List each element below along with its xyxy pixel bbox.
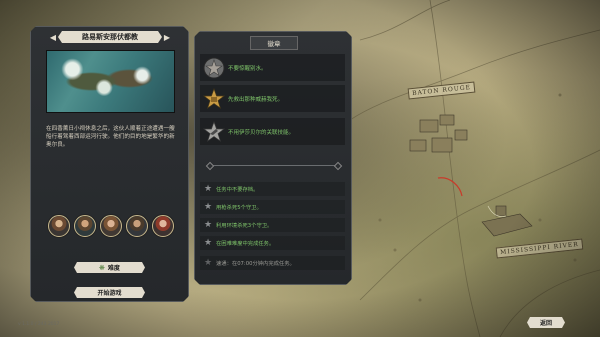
task-text: 在困难难度中完成任务。 bbox=[216, 241, 275, 247]
task-row: ★ 用枪杀死5个守卫。 bbox=[200, 200, 345, 214]
star-icon: ★ bbox=[203, 220, 213, 230]
star-icon: ★ bbox=[203, 202, 213, 212]
difficulty-icon: ❋ bbox=[99, 263, 105, 272]
task-row: ★ 任务中不要存档。 bbox=[200, 182, 345, 196]
badge-row: 不用伊莎贝尔的关联技能。 bbox=[200, 118, 345, 145]
star-icon: ★ bbox=[203, 238, 213, 248]
badge-text: 先救出那种威赫我死。 bbox=[228, 96, 284, 103]
badge-text: 不要惊醒别水。 bbox=[228, 65, 267, 72]
next-level-arrow-icon[interactable]: ▶ bbox=[162, 31, 172, 43]
section-divider bbox=[207, 165, 339, 166]
back-button[interactable]: 返回 bbox=[527, 317, 565, 328]
task-text: 利用环境杀死3个守卫。 bbox=[216, 223, 273, 229]
map-label-town: BATON ROUGE bbox=[407, 81, 476, 100]
task-row: ★ 在困难难度中完成任务。 bbox=[200, 236, 345, 250]
difficulty-label: 难度 bbox=[107, 265, 120, 272]
start-game-button[interactable]: 开始游戏 bbox=[74, 287, 145, 298]
character-portraits bbox=[48, 215, 174, 237]
level-description: 在四香薰日小祠休息之后，这伙人顺着正途遭遇一艘船行着驾着西部运河行驶。他们的目的… bbox=[46, 126, 175, 148]
badge-row: 先救出那种威赫我死。 bbox=[200, 85, 345, 112]
divider-dot bbox=[334, 162, 342, 170]
map-label-river: MISSISSIPPI RIVER bbox=[495, 238, 584, 259]
divider-dot bbox=[206, 162, 214, 170]
gun-star-badge-icon bbox=[200, 118, 228, 145]
badges-panel: 徽章 不要惊醒别水。 先救出那种威赫我死。 不用伊莎贝尔的关联技能。 ★ 任务中… bbox=[194, 31, 352, 285]
gold-star-badge-icon bbox=[200, 85, 228, 112]
difficulty-button[interactable]: ❋ 难度 bbox=[74, 262, 145, 273]
task-row: ★ 利用环境杀死3个守卫。 bbox=[200, 218, 345, 232]
sheriff-star-badge-icon bbox=[200, 54, 228, 81]
character-portrait[interactable] bbox=[126, 215, 148, 237]
level-preview-image bbox=[46, 50, 175, 113]
character-portrait[interactable] bbox=[74, 215, 96, 237]
star-icon: ★ bbox=[203, 258, 213, 268]
task-text: 速通：在07:00分钟内完成任务。 bbox=[216, 261, 295, 267]
star-icon: ★ bbox=[203, 184, 213, 194]
version-label: v 1.1.0 / 243 2017 bbox=[18, 322, 60, 327]
task-text: 用枪杀死5个守卫。 bbox=[216, 205, 262, 211]
character-portrait[interactable] bbox=[100, 215, 122, 237]
badges-header: 徽章 bbox=[250, 36, 298, 50]
task-row: ★ 速通：在07:00分钟内完成任务。 bbox=[200, 256, 345, 270]
mission-title: 路易斯安那伏都教 bbox=[58, 31, 162, 43]
prev-level-arrow-icon[interactable]: ◀ bbox=[48, 31, 58, 43]
badge-text: 不用伊莎贝尔的关联技能。 bbox=[228, 129, 295, 136]
task-text: 任务中不要存档。 bbox=[216, 187, 259, 193]
badge-row: 不要惊醒别水。 bbox=[200, 54, 345, 81]
character-portrait[interactable] bbox=[48, 215, 70, 237]
mission-panel: ◀ 路易斯安那伏都教 ▶ 在四香薰日小祠休息之后，这伙人顺着正途遭遇一艘船行着驾… bbox=[30, 26, 189, 302]
character-portrait[interactable] bbox=[152, 215, 174, 237]
